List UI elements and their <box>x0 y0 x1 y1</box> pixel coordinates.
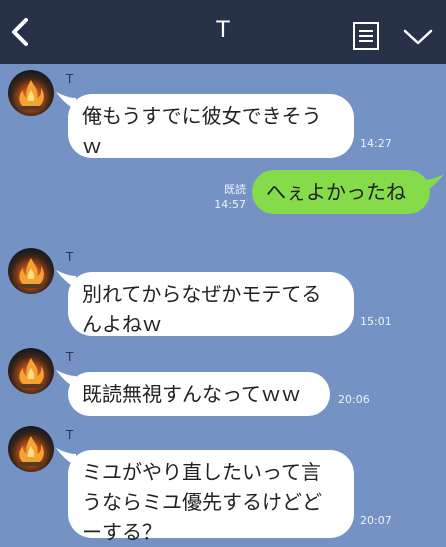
message-text-line: ｗ <box>82 134 102 158</box>
chat-header: T <box>0 0 446 64</box>
message-text-line: うならミユ優先するけどど <box>82 490 322 514</box>
message-time: 20:06 <box>338 393 370 406</box>
campfire-icon <box>18 436 44 466</box>
message-text: へぇよかったね <box>266 180 406 204</box>
avatar[interactable] <box>8 248 54 294</box>
chevron-down-icon[interactable] <box>402 26 434 48</box>
message-time: 15:01 <box>360 315 392 328</box>
message-bubble[interactable]: 既読無視すんなってｗｗ <box>68 372 330 416</box>
avatar[interactable] <box>8 70 54 116</box>
message-time: 14:27 <box>360 137 392 150</box>
avatar[interactable] <box>8 426 54 472</box>
campfire-icon <box>18 258 44 288</box>
avatar[interactable] <box>8 348 54 394</box>
sender-name: T <box>66 428 74 442</box>
message-text-line: んよねｗ <box>82 312 162 336</box>
message-text-line: 俺もうすでに彼女できそう <box>82 104 322 128</box>
bubble-tail <box>424 174 444 192</box>
sender-name: T <box>66 250 74 264</box>
campfire-icon <box>18 80 44 110</box>
read-receipt: 既読 <box>224 183 246 196</box>
message-text-line: ーする？ <box>82 520 162 544</box>
note-icon[interactable] <box>352 22 380 50</box>
message-time: 20:07 <box>360 514 392 527</box>
sender-name: T <box>66 72 74 86</box>
message-bubble[interactable]: へぇよかったね <box>252 170 430 214</box>
message-bubble[interactable]: 俺もうすでに彼女できそう ｗ <box>68 94 354 158</box>
sender-name: T <box>66 350 74 364</box>
message-time: 14:57 <box>214 198 246 211</box>
message-text-line: ミユがやり直したいって言 <box>82 460 321 484</box>
message-text-line: 別れてからなぜかモテてる <box>82 282 322 306</box>
campfire-icon <box>18 358 44 388</box>
message-bubble[interactable]: 別れてからなぜかモテてる んよねｗ <box>68 272 354 336</box>
message-bubble[interactable]: ミユがやり直したいって言 うならミユ優先するけどど ーする？ <box>68 450 354 544</box>
message-text: 既読無視すんなってｗｗ <box>82 382 301 406</box>
